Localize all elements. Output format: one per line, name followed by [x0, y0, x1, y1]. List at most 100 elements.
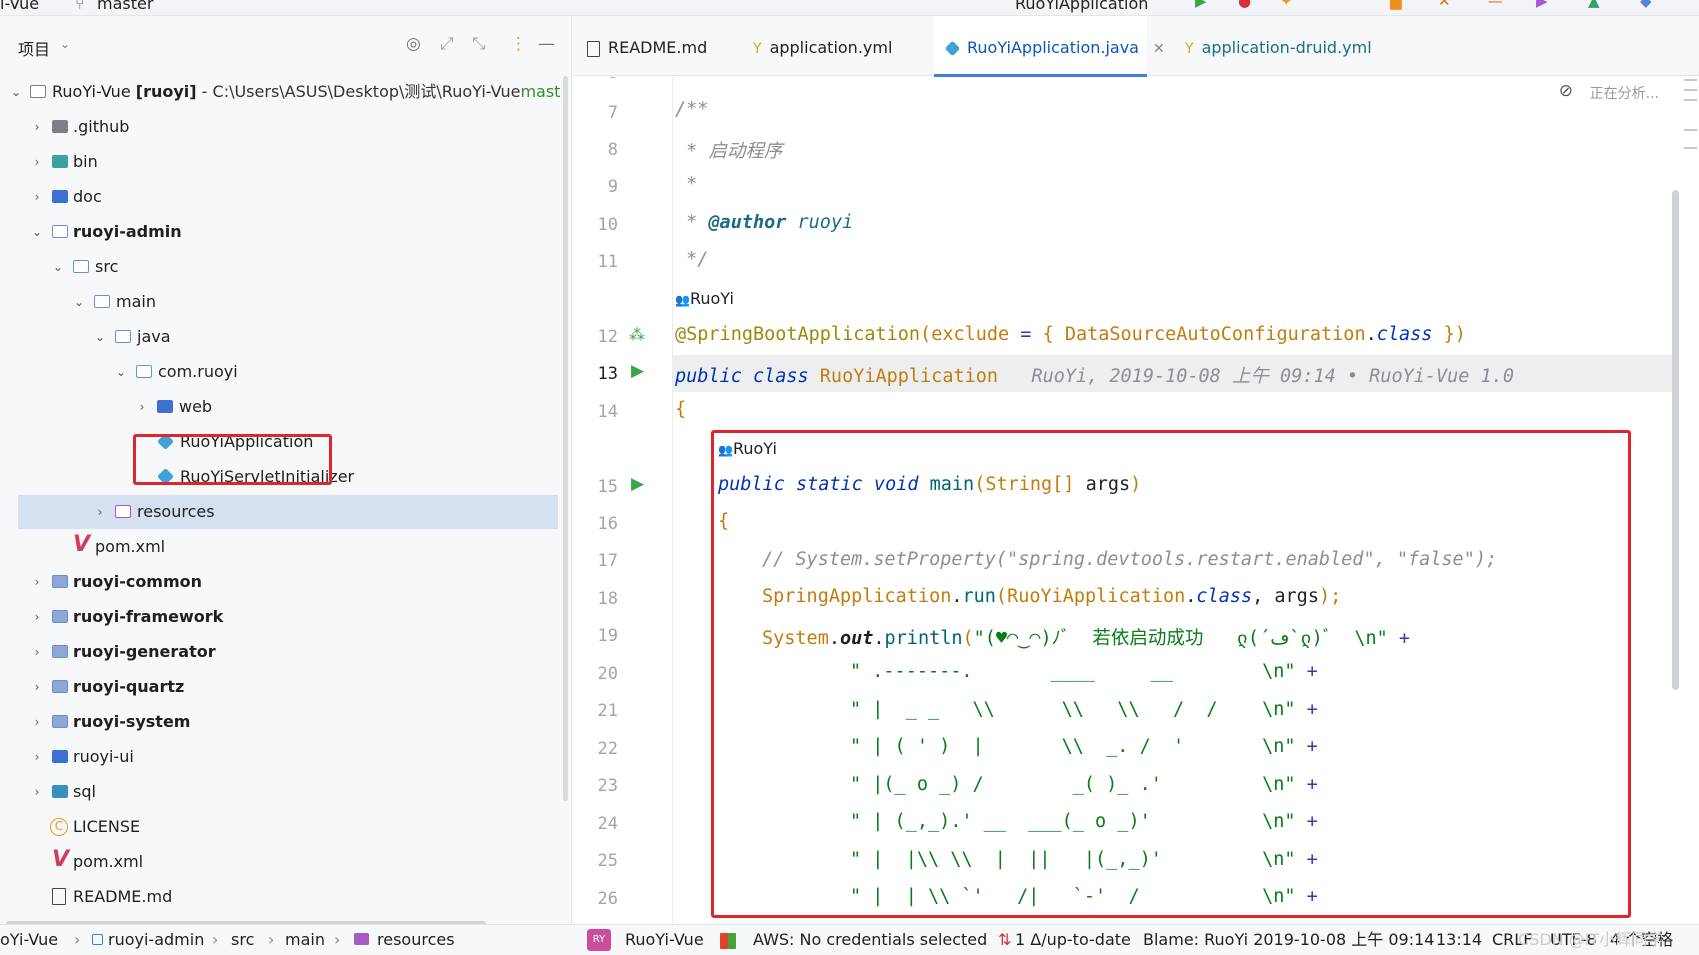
module-icon [52, 575, 68, 588]
code-line: @SpringBootApplication(exclude = { DataS… [675, 324, 1466, 345]
tree-item-ruoyi-framework[interactable]: › ruoyi-framework [0, 600, 572, 634]
profiler-icon[interactable]: ▶ [1536, 0, 1548, 10]
tree-item-java[interactable]: ⌄ java [0, 320, 572, 354]
chevron-right-icon: › [212, 930, 219, 949]
tree-item-ruoyi-ui[interactable]: › ruoyi-ui [0, 740, 572, 774]
chevron-right-icon[interactable]: › [30, 635, 44, 669]
chevron-right-icon[interactable]: › [30, 670, 44, 704]
chevron-right-icon[interactable]: › [30, 740, 44, 774]
chevron-right-icon[interactable]: › [30, 145, 44, 179]
tab-ruoyiapplication-java[interactable]: RuoYiApplication.java ✕ [934, 16, 1165, 77]
deploy-icon[interactable]: ▲ [1588, 0, 1600, 10]
code-line: * 启动程序 [675, 141, 783, 162]
chevron-right-icon: › [74, 930, 81, 949]
chevron-down-icon[interactable]: ⌄ [9, 75, 23, 109]
close-icon[interactable]: ✕ [1153, 41, 1165, 57]
tree-item-ruoyi-system[interactable]: › ruoyi-system [0, 705, 572, 739]
chevron-right-icon[interactable]: › [30, 705, 44, 739]
hide-panel-icon[interactable]: — [538, 34, 555, 54]
tab-readme[interactable]: README.md [587, 16, 747, 75]
tree-item-sql[interactable]: › sql [0, 775, 572, 809]
tree-item-readme[interactable]: README.md [0, 880, 572, 914]
aws-status[interactable]: AWS: No credentials selected [753, 925, 987, 955]
chevron-right-icon[interactable]: › [30, 565, 44, 599]
project-switcher[interactable]: i-Vue [0, 0, 39, 13]
project-name[interactable]: RuoYi-Vue [625, 925, 704, 955]
tree-item-label: ruoyi-admin [73, 222, 182, 241]
options-icon[interactable]: ⋮ [510, 34, 527, 54]
coverage-icon[interactable]: ✦ [1280, 0, 1293, 10]
chevron-down-icon[interactable]: ⌄ [30, 215, 44, 249]
tree-item-label: ruoyi-system [73, 712, 191, 731]
chevron-right-icon[interactable]: › [135, 390, 149, 424]
run-config-selector[interactable]: RuoYiApplication [1015, 0, 1148, 13]
chevron-down-icon[interactable]: ⌄ [72, 285, 86, 319]
tree-item-label: main [116, 292, 156, 311]
code-line: /** [675, 99, 709, 120]
stop-icon[interactable]: ✕ [1438, 0, 1451, 10]
chevron-right-icon[interactable]: › [30, 775, 44, 809]
tree-item-license[interactable]: C LICENSE [0, 810, 572, 844]
tree-item-ruoyi-generator[interactable]: › ruoyi-generator [0, 635, 572, 669]
line-number: 22 [597, 739, 618, 759]
line-number: 20 [597, 664, 618, 684]
chevron-down-icon[interactable]: ⌄ [93, 320, 107, 354]
tab-label: README.md [608, 38, 708, 57]
run-icon[interactable]: ▶ [1195, 0, 1207, 10]
chevron-down-icon[interactable]: ⌄ [60, 37, 70, 51]
tree-item-src[interactable]: ⌄ src [0, 250, 572, 284]
tab-application-yml[interactable]: Yapplication.yml [753, 16, 933, 75]
author-hint[interactable]: 👥RuoYi [675, 288, 734, 309]
tree-item-ruoyi-quartz[interactable]: › ruoyi-quartz [0, 670, 572, 704]
chevron-down-icon[interactable]: ⌄ [51, 250, 65, 284]
tree-item-github[interactable]: › .github [0, 110, 572, 144]
tree-item-pom-root[interactable]: V pom.xml [0, 845, 572, 879]
tree-item-pom-admin[interactable]: V pom.xml [0, 530, 572, 564]
collapse-all-icon[interactable]: ⤡ [472, 34, 486, 54]
tree-item-root[interactable]: ⌄ RuoYi-Vue [ruoyi] - C:\Users\ASUS\Desk… [0, 75, 572, 109]
git-status[interactable]: 1 Δ/up-to-date [1015, 925, 1131, 955]
breadcrumb-item[interactable]: main [285, 925, 325, 955]
expand-all-icon[interactable]: ⤢ [440, 34, 454, 54]
minus-icon[interactable]: — [1488, 0, 1503, 10]
breadcrumb-item[interactable]: src [231, 925, 254, 955]
vertical-scrollbar[interactable] [1672, 190, 1679, 690]
chevron-right-icon[interactable]: › [30, 600, 44, 634]
tree-item-resources[interactable]: › resources [18, 495, 558, 529]
branch-switcher[interactable]: master [97, 0, 153, 13]
tree-item-ruoyi-common[interactable]: › ruoyi-common [0, 565, 572, 599]
debug-icon[interactable]: ● [1238, 0, 1251, 10]
breadcrumb-item[interactable]: resources [377, 925, 455, 955]
tree-item-label: src [95, 257, 119, 276]
spring-boot-gutter-icon[interactable]: ⁂ [629, 325, 645, 344]
tree-item-main[interactable]: ⌄ main [0, 285, 572, 319]
tab-application-druid-yml[interactable]: Yapplication-druid.yml [1185, 16, 1405, 75]
tree-item-doc[interactable]: › doc [0, 180, 572, 214]
tab-label: application.yml [769, 38, 893, 57]
plugin-icon[interactable]: ◆ [1640, 0, 1652, 10]
cursor-position[interactable]: 13:14 [1436, 925, 1482, 955]
run-gutter-icon[interactable]: ▶ [631, 474, 644, 494]
build-icon[interactable]: ▆ [1390, 0, 1402, 10]
line-number: 12 [597, 327, 618, 347]
chevron-right-icon[interactable]: › [30, 110, 44, 144]
vertical-scrollbar[interactable] [563, 76, 568, 801]
project-view-selector[interactable]: 项目 [18, 36, 50, 60]
blame-status[interactable]: Blame: RuoYi 2019-10-08 上午 09:14 [1143, 925, 1434, 955]
blame-inlay[interactable]: RuoYi, 2019-10-08 上午 09:14 • RuoYi-Vue 1… [1031, 366, 1514, 387]
breadcrumb-item[interactable]: ruoyi-admin [108, 925, 204, 955]
tree-item-bin[interactable]: › bin [0, 145, 572, 179]
tree-item-ruoyi-admin[interactable]: ⌄ ruoyi-admin [0, 215, 572, 249]
chevron-down-icon[interactable]: ⌄ [114, 355, 128, 389]
chevron-right-icon[interactable]: › [93, 495, 107, 529]
tree-item-web[interactable]: › web [0, 390, 572, 424]
line-number: 6 [573, 77, 618, 83]
chevron-right-icon[interactable]: › [30, 180, 44, 214]
tree-item-com-ruoyi[interactable]: ⌄ com.ruoyi [0, 355, 572, 389]
run-gutter-icon[interactable]: ▶ [631, 361, 644, 381]
hide-eye-icon[interactable]: ⊘ [1559, 81, 1573, 101]
folder-icon [52, 750, 68, 763]
breadcrumb-item[interactable]: oYi-Vue [0, 925, 58, 955]
line-number: 14 [597, 402, 618, 422]
target-icon[interactable]: ◎ [406, 34, 421, 54]
